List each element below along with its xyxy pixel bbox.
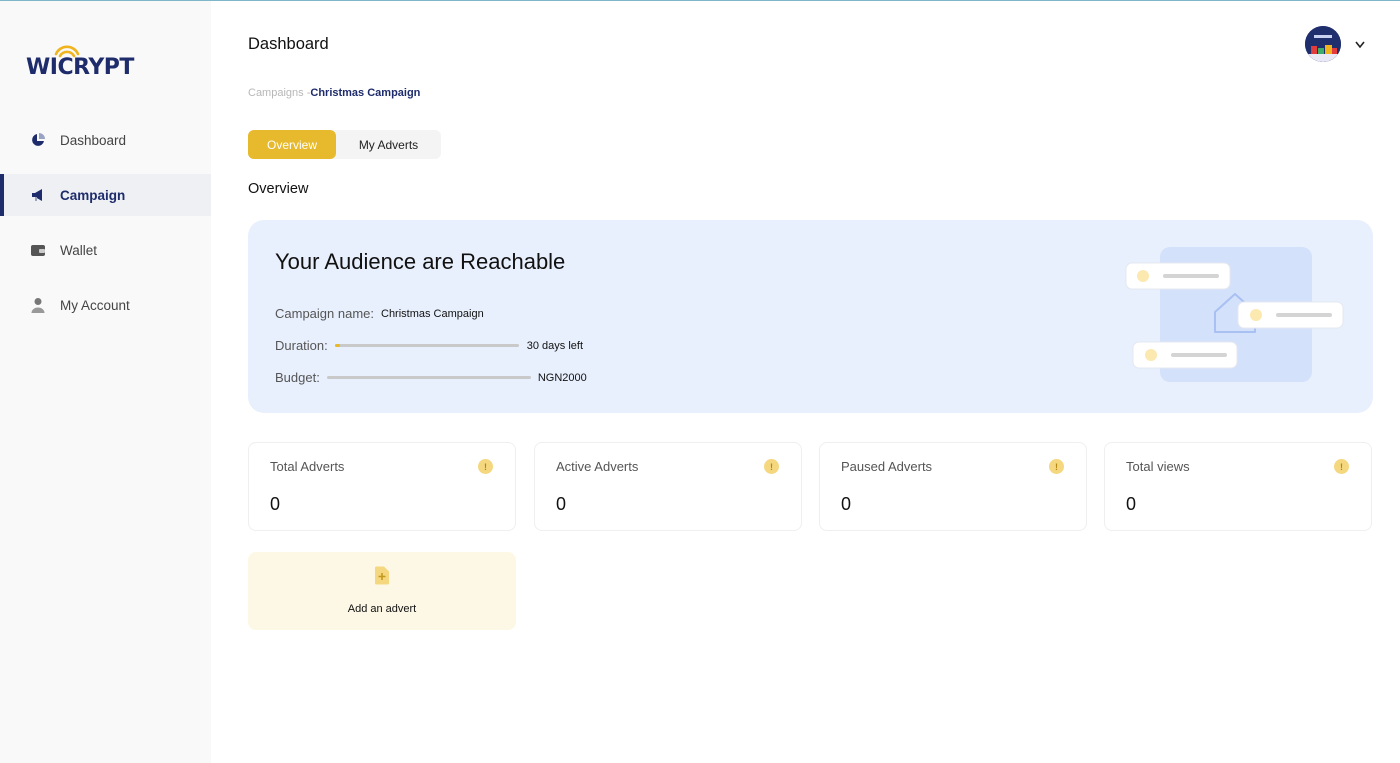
budget-row: Budget: NGN2000 bbox=[275, 370, 587, 385]
sidebar-item-wallet[interactable]: Wallet bbox=[0, 229, 211, 271]
wicrypt-logo[interactable]: WICRYPT bbox=[26, 43, 156, 83]
stat-value: 0 bbox=[556, 494, 567, 514]
sidebar-item-label: Dashboard bbox=[60, 132, 127, 148]
info-icon[interactable]: ! bbox=[1049, 459, 1064, 474]
sidebar-item-campaign[interactable]: Campaign bbox=[0, 174, 211, 216]
stat-label: Total Adverts bbox=[270, 459, 345, 474]
stat-label: Active Adverts bbox=[556, 459, 639, 474]
duration-value: 30 days left bbox=[526, 339, 584, 352]
notification-card-icon bbox=[1125, 262, 1231, 290]
sidebar-item-label: Campaign bbox=[60, 187, 126, 203]
budget-label: Budget: bbox=[275, 370, 320, 385]
stat-card-total-adverts: Total Adverts ! 0 bbox=[248, 442, 516, 531]
avatar[interactable] bbox=[1305, 26, 1341, 62]
add-file-icon bbox=[375, 566, 389, 585]
info-icon[interactable]: ! bbox=[764, 459, 779, 474]
breadcrumb-current: Christmas Campaign bbox=[310, 87, 421, 99]
user-icon bbox=[31, 298, 45, 313]
duration-bar-fill bbox=[334, 344, 341, 347]
wallet-icon bbox=[31, 245, 45, 256]
stat-value: 0 bbox=[1126, 494, 1137, 514]
breadcrumb: Campaigns -Christmas Campaign bbox=[248, 87, 420, 99]
page-title: Dashboard bbox=[248, 35, 329, 53]
pie-chart-icon bbox=[32, 133, 45, 146]
duration-row: Duration: 30 days left bbox=[275, 338, 583, 353]
duration-label: Duration: bbox=[275, 338, 328, 353]
megaphone-icon bbox=[32, 189, 42, 201]
stat-value: 0 bbox=[841, 494, 852, 514]
campaign-name-label: Campaign name: bbox=[275, 306, 374, 321]
sidebar-item-label: My Account bbox=[60, 297, 130, 313]
tab-my-adverts[interactable]: My Adverts bbox=[336, 130, 441, 159]
campaign-name-value: Christmas Campaign bbox=[381, 307, 484, 320]
add-advert-button[interactable]: Add an advert bbox=[248, 552, 516, 630]
audience-illustration bbox=[1125, 247, 1344, 382]
info-icon[interactable]: ! bbox=[478, 459, 493, 474]
budget-bar bbox=[326, 376, 531, 379]
stat-card-active-adverts: Active Adverts ! 0 bbox=[534, 442, 802, 531]
sidebar-nav: Dashboard Campaign Wallet My Account bbox=[0, 119, 211, 339]
campaign-name-row: Campaign name: Christmas Campaign bbox=[275, 306, 484, 321]
add-advert-label: Add an advert bbox=[347, 603, 417, 615]
budget-value: NGN2000 bbox=[537, 371, 587, 384]
notification-card-icon bbox=[1132, 341, 1238, 369]
audience-title: Your Audience are Reachable bbox=[275, 249, 566, 274]
sidebar-item-my-account[interactable]: My Account bbox=[0, 284, 211, 326]
sidebar: WICRYPT Dashboard Campaign Wallet My Acc… bbox=[0, 1, 211, 763]
stat-card-paused-adverts: Paused Adverts ! 0 bbox=[819, 442, 1087, 531]
sidebar-item-dashboard[interactable]: Dashboard bbox=[0, 119, 211, 161]
duration-bar bbox=[334, 344, 519, 347]
info-icon[interactable]: ! bbox=[1334, 459, 1349, 474]
avatar-image bbox=[1305, 26, 1341, 62]
stat-value: 0 bbox=[270, 494, 281, 514]
breadcrumb-parent[interactable]: Campaigns bbox=[248, 87, 304, 99]
stat-label: Total views bbox=[1126, 459, 1190, 474]
stat-label: Paused Adverts bbox=[841, 459, 933, 474]
audience-card: Your Audience are Reachable Campaign nam… bbox=[248, 220, 1373, 413]
stat-card-total-views: Total views ! 0 bbox=[1104, 442, 1372, 531]
section-title: Overview bbox=[248, 181, 309, 197]
chevron-down-icon[interactable] bbox=[1355, 39, 1365, 49]
notification-card-icon bbox=[1237, 301, 1344, 329]
tab-overview[interactable]: Overview bbox=[248, 130, 336, 159]
sidebar-item-label: Wallet bbox=[60, 242, 98, 258]
tabs: Overview My Adverts bbox=[248, 130, 441, 159]
brand-name: WICRYPT bbox=[26, 55, 134, 80]
